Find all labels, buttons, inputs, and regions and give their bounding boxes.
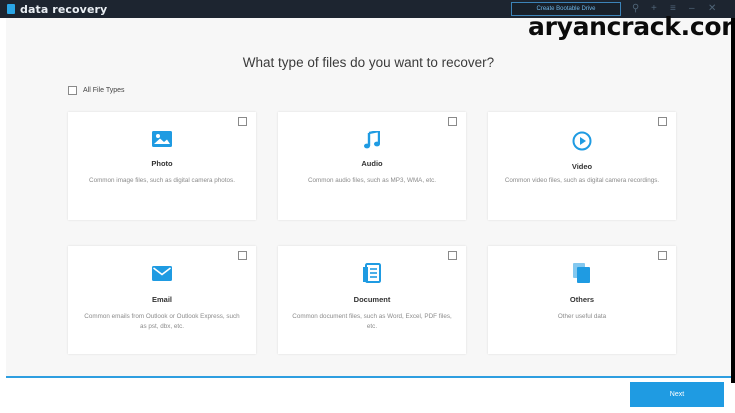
card-title: Video [571,162,593,171]
video-checkbox[interactable] [658,117,667,126]
document-checkbox[interactable] [448,251,457,260]
page-heading: What type of files do you want to recove… [242,55,495,70]
card-title: Photo [151,159,173,168]
photo-checkbox[interactable] [238,117,247,126]
card-title: Document [353,295,391,304]
image-icon [152,131,172,152]
all-file-types-label: All File Types [83,87,125,94]
app-title: data recovery [20,2,108,16]
main-content: What type of files do you want to recove… [6,18,731,376]
audio-checkbox[interactable] [448,117,457,126]
others-checkbox[interactable] [658,251,667,260]
card-description: Common emails from Outlook or Outlook Ex… [84,313,240,330]
all-file-types-checkbox[interactable] [68,86,77,95]
all-file-types-option[interactable]: All File Types [68,86,125,95]
card-description: Other useful data [557,313,607,320]
card-description: Common video files, such as digital came… [504,177,660,184]
app-logo-icon [7,4,15,14]
envelope-icon [152,266,172,286]
card-description: Common image files, such as digital came… [89,177,235,184]
file-type-card-audio[interactable]: Audio Common audio files, such as MP3, W… [278,112,466,220]
document-icon [363,263,381,288]
footer-divider [6,376,731,378]
card-title: Audio [361,159,383,168]
card-title: Email [151,295,172,304]
window-edge [731,18,735,383]
next-button[interactable]: Next [630,382,724,407]
play-circle-icon [572,131,592,156]
file-type-card-document[interactable]: Document Common document files, such as … [278,246,466,354]
email-checkbox[interactable] [238,251,247,260]
card-description: Common document files, such as Word, Exc… [292,313,452,330]
card-description: Common audio files, such as MP3, WMA, et… [307,177,437,184]
file-type-card-email[interactable]: Email Common emails from Outlook or Outl… [68,246,256,354]
watermark-text: aryancrack.com [528,12,735,41]
files-icon [573,263,591,288]
music-note-icon [364,129,381,154]
file-type-card-photo[interactable]: Photo Common image files, such as digita… [68,112,256,220]
file-type-card-others[interactable]: Others Other useful data [488,246,676,354]
card-title: Others [569,295,595,304]
file-type-card-video[interactable]: Video Common video files, such as digita… [488,112,676,220]
